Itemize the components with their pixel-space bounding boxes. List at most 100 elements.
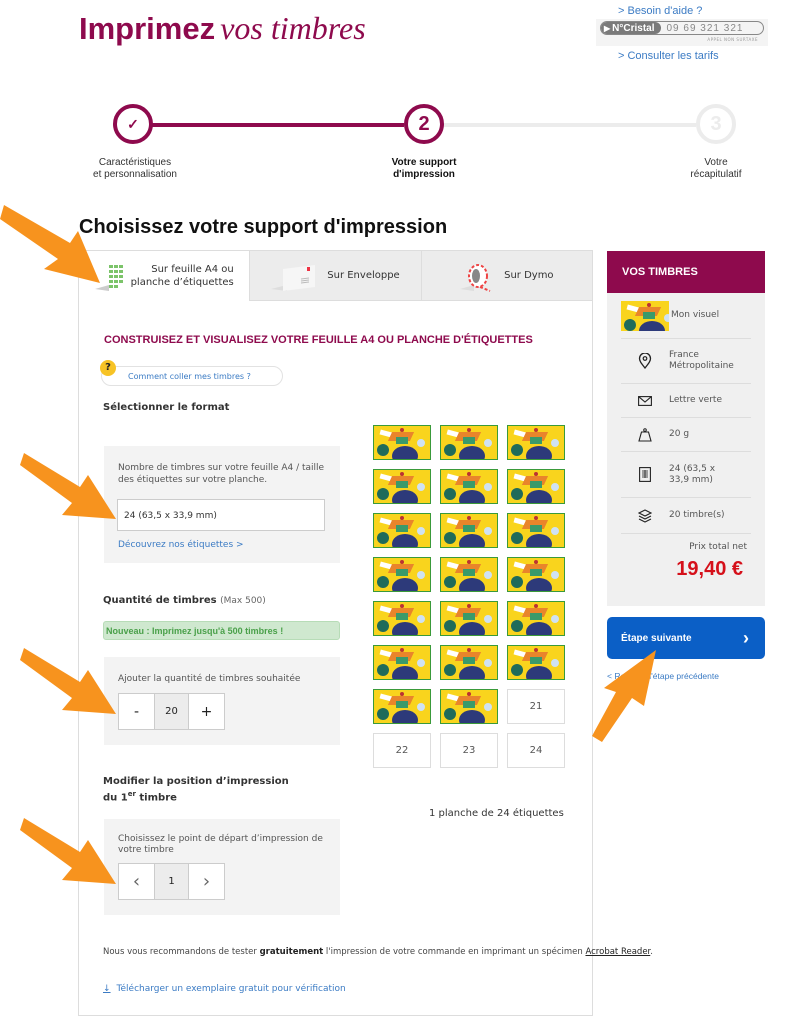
tab-envelope[interactable]: Sur Enveloppe (250, 251, 422, 301)
section-title: CONSTRUISEZ ET VISUALISEZ VOTRE FEUILLE … (104, 334, 533, 346)
download-link[interactable]: ↓ Télécharger un exemplaire gratuit pour … (103, 984, 346, 994)
location-pin-icon (621, 353, 669, 369)
stamp-preview (440, 645, 498, 680)
quantity-minus-button[interactable]: - (119, 694, 154, 729)
stamp-preview (440, 469, 498, 504)
summary-row-format: 24 (63,5 x 33,9 mm) (621, 452, 751, 498)
stamp-preview (373, 469, 431, 504)
format-help: Nombre de timbres sur votre feuille A4 /… (118, 463, 325, 485)
chevron-right-icon[interactable]: › (189, 864, 224, 899)
stamp-preview (507, 469, 565, 504)
envelope-icon (271, 263, 317, 291)
labels-link[interactable]: Découvrez nos étiquettes > (118, 540, 244, 550)
download-icon: ↓ (103, 984, 111, 994)
stamp-preview (373, 425, 431, 460)
tab-dymo[interactable]: Sur Dymo (421, 251, 593, 301)
help-link[interactable]: > Besoin d'aide ? (596, 5, 768, 17)
quantity-max: (Max 500) (220, 596, 266, 606)
acrobat-link[interactable]: Acrobat Reader (585, 947, 650, 957)
tab-envelope-label: Sur Enveloppe (327, 270, 400, 281)
stamp-preview (373, 557, 431, 592)
tab-a4-sheet[interactable]: Sur feuille A4 ou planche d’étiquettes (78, 251, 251, 301)
progress-stepper: ✓ 2 3 Caractéristiques et personnalisati… (0, 100, 806, 190)
layers-icon (621, 508, 669, 523)
sheet-icon (621, 467, 669, 482)
stamp-preview (440, 425, 498, 460)
recommendation-text: Nous vous recommandons de tester gratuit… (103, 947, 653, 957)
next-step-button[interactable]: Étape suivante › (607, 617, 765, 659)
stamp-preview (507, 601, 565, 636)
stamp-preview (373, 689, 431, 724)
summary-sidebar: VOS TIMBRES Mon visuel France Métropolit… (607, 251, 765, 606)
help-block: > Besoin d'aide ? ▶ N°Cristal 09 69 321 3… (596, 5, 768, 62)
brand-logo: Imprimez vos timbres (79, 10, 366, 47)
stamp-preview (507, 425, 565, 460)
play-icon: ▶ (604, 23, 611, 33)
stamp-preview (440, 513, 498, 548)
summary-row-visual: Mon visuel (621, 293, 751, 339)
stamp-preview (440, 557, 498, 592)
support-tabs: Sur feuille A4 ou planche d’étiquettes S… (78, 250, 593, 301)
sidebar-title: VOS TIMBRES (607, 251, 765, 293)
summary-row-quantity: 20 timbre(s) (621, 498, 751, 534)
step-connector-done (152, 123, 404, 127)
stamp-preview (373, 513, 431, 548)
quantity-input[interactable]: 20 (154, 694, 189, 729)
stamp-preview (373, 601, 431, 636)
cristal-number: 09 69 321 321 (666, 22, 744, 34)
position-heading: Modifier la position d’impression du 1er… (103, 776, 289, 804)
dymo-roll-icon (460, 263, 494, 292)
position-help: Choisissez le point de départ d’impressi… (118, 834, 323, 855)
empty-label-slot: 21 (507, 689, 565, 724)
quantity-help: Ajouter la quantité de timbres souhaitée (118, 674, 301, 684)
envelope-icon (621, 395, 669, 406)
step-2-label: Votre support d'impression (391, 157, 457, 180)
weight-icon (621, 427, 669, 442)
stamp-preview (440, 601, 498, 636)
quantity-plus-button[interactable]: + (189, 694, 224, 729)
summary-row-destination: France Métropolitaine (621, 339, 751, 384)
stamp-preview (440, 689, 498, 724)
howto-link[interactable]: Comment coller mes timbres ? (101, 366, 283, 386)
position-input[interactable]: 1 (154, 864, 189, 899)
total-price: 19,40 € (676, 558, 743, 580)
step-3-circle: 3 (696, 104, 736, 144)
empty-label-slot: 23 (440, 733, 498, 768)
step-1-label: Caractéristiques et personnalisation (93, 157, 177, 180)
step-connector-pending (444, 123, 696, 127)
summary-row-weight: 20 g (621, 418, 751, 452)
format-heading: Sélectionner le format (103, 402, 230, 413)
question-icon: ? (100, 360, 116, 376)
empty-label-slot: 22 (373, 733, 431, 768)
cristal-phone-banner: ▶ N°Cristal 09 69 321 321 APPEL NON SURTA… (596, 19, 768, 46)
chevron-right-icon: › (743, 627, 749, 648)
stamp-preview (507, 513, 565, 548)
sheet-preview-grid: 21 22 23 24 (373, 425, 565, 768)
cristal-label: ▶ N°Cristal (601, 22, 661, 34)
format-select[interactable]: 24 (63,5 x 33,9 mm) (117, 499, 325, 531)
cristal-sub: APPEL NON SURTAXE (707, 37, 758, 42)
brand-italic: vos timbres (220, 10, 366, 46)
brand-bold: Imprimez (79, 11, 216, 46)
sheet-grid-icon (94, 263, 123, 291)
tarifs-link[interactable]: > Consulter les tarifs (596, 50, 768, 62)
step-3-label: Votre récapitulatif (690, 157, 742, 180)
quantity-heading: Quantité de timbres (Max 500) (103, 595, 266, 606)
stamp-thumbnail (621, 300, 671, 331)
previous-step-link[interactable]: < Retour à l'étape précédente (607, 671, 719, 681)
stamp-preview (373, 645, 431, 680)
stamp-preview (507, 645, 565, 680)
tab-dymo-label: Sur Dymo (504, 270, 554, 281)
price-label: Prix total net (689, 542, 747, 552)
check-icon: ✓ (127, 115, 139, 132)
page-title: Choisissez votre support d'impression (79, 216, 448, 238)
step-2-circle: 2 (404, 104, 444, 144)
sheet-summary: 1 planche de 24 étiquettes (429, 808, 564, 819)
empty-label-slot: 24 (507, 733, 565, 768)
stamp-preview (507, 557, 565, 592)
chevron-left-icon[interactable]: ‹ (119, 864, 154, 899)
quantity-stepper: - 20 + (118, 693, 225, 730)
annotation-arrow-next (592, 650, 656, 742)
position-stepper: ‹ 1 › (118, 863, 225, 900)
quantity-notice: Nouveau : Imprimez jusqu'à 500 timbres ! (103, 621, 340, 640)
